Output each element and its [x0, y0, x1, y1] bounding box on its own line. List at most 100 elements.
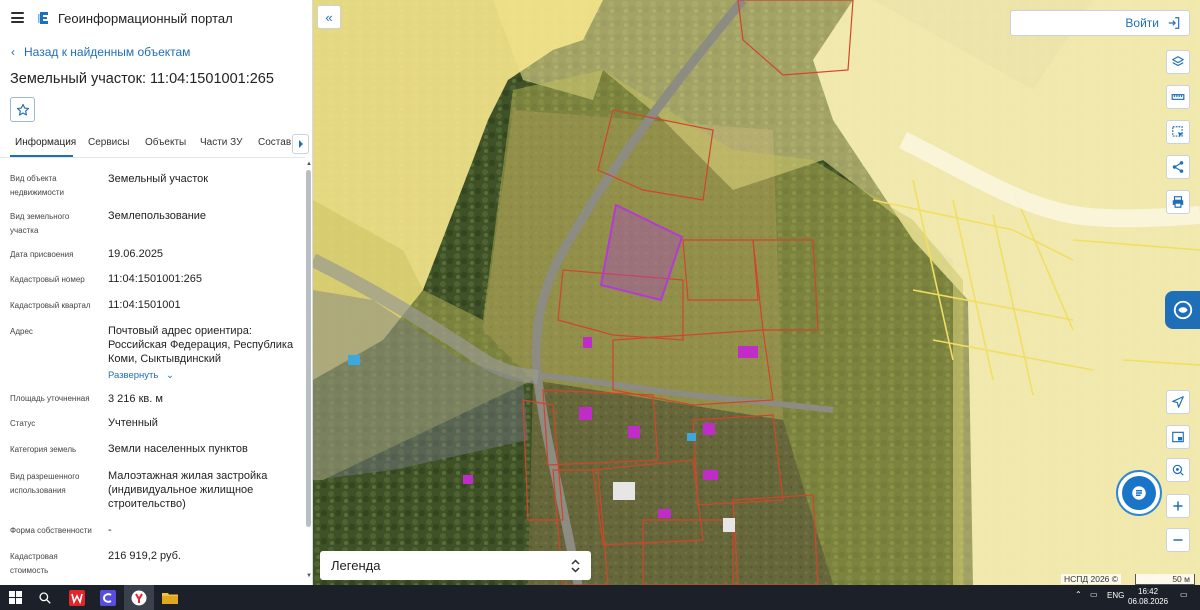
- search-taskbar-button[interactable]: [30, 585, 60, 610]
- input-language[interactable]: ENG: [1107, 591, 1124, 600]
- property-label: Кадастровый квартал: [10, 301, 91, 310]
- legend-label: Легенда: [331, 558, 381, 573]
- print-icon: [1172, 196, 1184, 208]
- back-label: Назад к найденным объектам: [24, 45, 191, 59]
- property-value: Земельный участок: [108, 173, 209, 185]
- taskbar: ⌃ ▭ ENG 16:42 06.08.2026 ▭: [0, 585, 1200, 610]
- tab-services[interactable]: Сервисы: [88, 137, 129, 148]
- menu-icon[interactable]: [11, 12, 24, 23]
- panel-scrollbar[interactable]: ▲ ▼: [305, 160, 312, 585]
- legend-dropdown[interactable]: Легенда: [320, 551, 591, 580]
- expand-label: Развернуть: [108, 370, 159, 381]
- select-area-button[interactable]: [1166, 120, 1190, 144]
- app-c-taskbar-button[interactable]: [93, 585, 123, 610]
- chevron-up-icon[interactable]: ⌃: [1075, 590, 1082, 599]
- tab-info[interactable]: Информация: [15, 137, 76, 148]
- tab-composition[interactable]: Состав: [258, 137, 291, 148]
- zoom-in-button[interactable]: [1166, 494, 1190, 518]
- chat-fab-button[interactable]: [1116, 470, 1162, 516]
- property-value: 19.06.2025: [108, 248, 164, 260]
- properties-list: Вид объекта недвижимости Земельный участ…: [0, 160, 305, 585]
- app-title: Геоинформационный портал: [58, 11, 233, 26]
- map-canvas[interactable]: [313, 0, 1200, 585]
- clock-date: 06.08.2026: [1128, 597, 1169, 606]
- folder-icon: [162, 592, 178, 604]
- property-label: Форма собственности: [10, 526, 92, 535]
- favorite-button[interactable]: [10, 97, 35, 122]
- share-button[interactable]: [1166, 155, 1190, 179]
- scroll-up-icon[interactable]: ▲: [306, 161, 312, 167]
- property-label: Вид земельного участка: [10, 212, 70, 235]
- scroll-down-icon[interactable]: ▼: [306, 573, 312, 579]
- scroll-thumb[interactable]: [306, 170, 311, 527]
- zoom-out-button[interactable]: [1166, 528, 1190, 552]
- star-outline-icon: [16, 103, 29, 116]
- chevron-left-icon: ‹: [11, 45, 15, 59]
- target-button[interactable]: [1166, 458, 1190, 482]
- app-w-taskbar-button[interactable]: [62, 585, 92, 610]
- notification-icon[interactable]: ▭: [1180, 590, 1188, 599]
- login-label: Войти: [1125, 16, 1159, 30]
- property-value: Учтенный: [108, 417, 158, 429]
- property-label: Адрес: [10, 327, 33, 336]
- zoom-out-icon: [1173, 539, 1183, 541]
- clock-time: 16:42: [1138, 587, 1159, 596]
- expand-address-link[interactable]: Развернуть ⌄: [108, 370, 174, 381]
- scale-bar: 50 м: [1135, 574, 1195, 585]
- minimap-icon: [1172, 431, 1184, 443]
- object-title: Земельный участок: 11:04:1501001:265: [10, 71, 274, 87]
- chevron-down-icon: ⌄: [166, 370, 174, 381]
- collapse-panel-button[interactable]: «: [317, 5, 341, 29]
- tab-parts[interactable]: Части ЗУ: [200, 137, 242, 148]
- property-label: Кадастровый номер: [10, 275, 85, 284]
- clock[interactable]: 16:42 06.08.2026: [1128, 587, 1168, 607]
- app-c-icon: [100, 589, 116, 606]
- property-label: Категория земель: [10, 445, 77, 454]
- login-icon: [1168, 17, 1180, 29]
- windows-start-button[interactable]: [0, 585, 30, 610]
- login-button[interactable]: Войти: [1010, 10, 1190, 36]
- property-label: Дата присвоения: [10, 250, 74, 259]
- search-icon: [39, 591, 51, 604]
- share-icon: [1172, 161, 1184, 173]
- property-value: 11:04:1501001: [108, 299, 181, 311]
- minimap-button[interactable]: [1166, 425, 1190, 449]
- property-value: 11:04:1501001:265: [108, 273, 202, 285]
- caret-right-icon: [298, 140, 303, 148]
- layers-icon: [1172, 56, 1184, 67]
- yandex-browser-icon: [131, 590, 147, 605]
- layers-button[interactable]: [1166, 50, 1190, 74]
- chat-bubble-icon: [1173, 300, 1192, 320]
- back-to-results-link[interactable]: ‹ Назад к найденным объектам: [11, 45, 190, 59]
- ruler-button[interactable]: [1166, 85, 1190, 109]
- network-icon[interactable]: ▭: [1090, 590, 1098, 599]
- copyright-text: НСПД 2026 ©: [1061, 574, 1122, 584]
- portal-logo-icon: [38, 12, 48, 24]
- double-chevron-left-icon: «: [325, 9, 333, 25]
- windows-icon: [8, 591, 22, 604]
- app-w-icon: [69, 589, 85, 606]
- tabs-scroll-right-button[interactable]: [292, 134, 309, 154]
- print-button[interactable]: [1166, 190, 1190, 214]
- property-value: Земли населенных пунктов: [108, 443, 248, 455]
- property-value: Почтовый адрес ориентира: Российская Фед…: [108, 325, 294, 365]
- tab-objects[interactable]: Объекты: [145, 137, 186, 148]
- property-label: Вид разрешенного использования: [10, 472, 80, 495]
- file-explorer-taskbar-button[interactable]: [155, 585, 185, 610]
- updown-chevron-icon: [571, 558, 580, 573]
- ruler-icon: [1171, 94, 1185, 100]
- top-bar: Геоинформационный портал: [0, 0, 312, 36]
- target-icon: [1172, 464, 1184, 476]
- tabs: Информация Сервисы Объекты Части ЗУ Сост…: [0, 132, 312, 156]
- zoom-in-icon: [1173, 501, 1183, 511]
- tabs-divider: [0, 157, 305, 158]
- geolocation-button[interactable]: [1166, 390, 1190, 414]
- property-value: 216 919,2 руб.: [108, 550, 181, 562]
- assistant-tab-button[interactable]: [1165, 291, 1200, 329]
- map-view[interactable]: « Войти Легенда НСПД 2026 © 50 м: [313, 0, 1200, 585]
- message-icon: [1132, 486, 1146, 500]
- geolocation-icon: [1172, 396, 1184, 408]
- info-panel: Геоинформационный портал ‹ Назад к найде…: [0, 0, 313, 585]
- property-value: Малоэтажная жилая застройка (индивидуаль…: [108, 470, 268, 510]
- yandex-browser-taskbar-button[interactable]: [124, 585, 154, 610]
